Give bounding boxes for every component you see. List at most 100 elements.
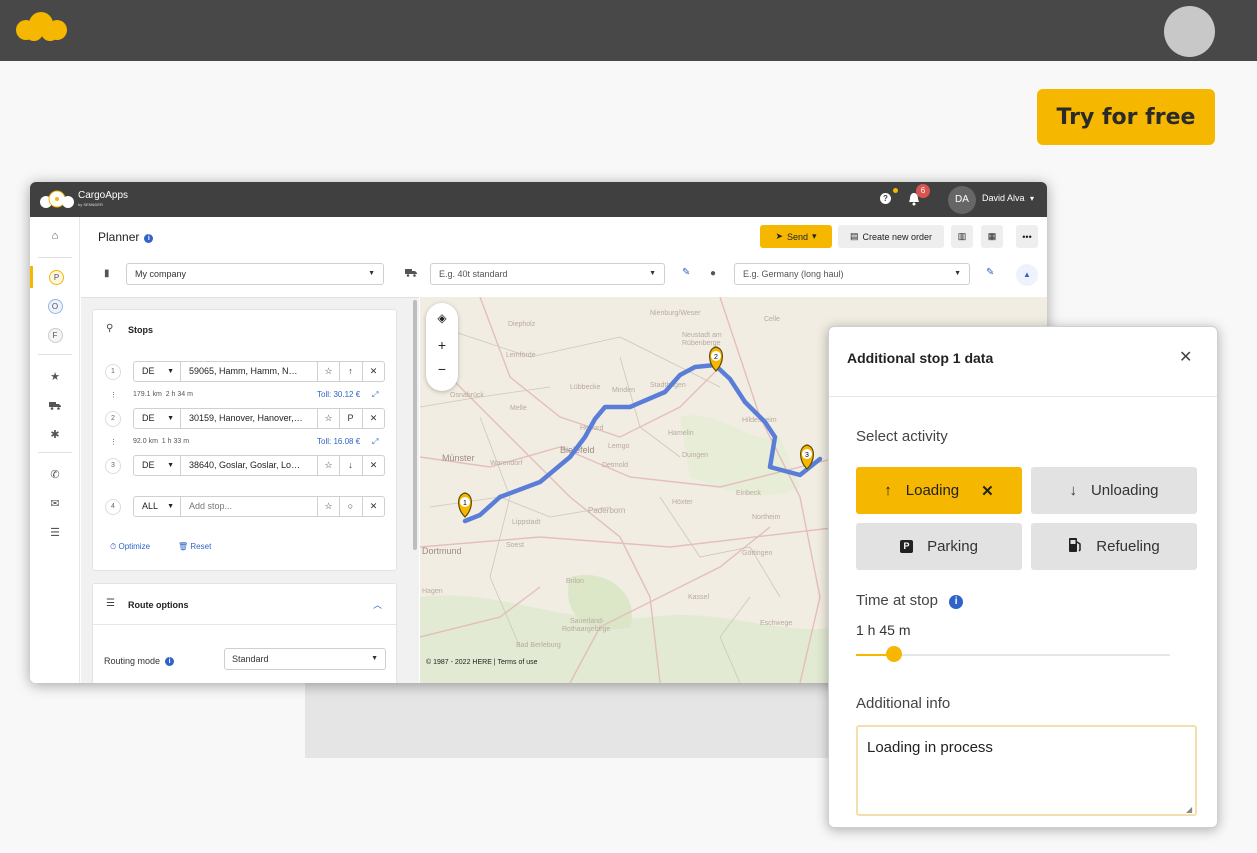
favorite-star-icon[interactable]: ☆ <box>317 497 339 516</box>
arrow-down-icon: ↓ <box>1069 482 1077 499</box>
remove-stop-icon[interactable]: ✕ <box>362 409 384 428</box>
loading-arrow-up-icon[interactable]: ↑ <box>339 362 361 381</box>
optimize-button[interactable]: ⏱ Optimize <box>110 542 150 552</box>
zoom-in-icon[interactable]: + <box>426 337 458 353</box>
country-select[interactable]: DE ▼ <box>134 409 181 428</box>
drag-handle-icon[interactable]: ⋮ <box>110 391 117 399</box>
map-label: Rübenberge <box>682 340 721 347</box>
phone-icon[interactable]: ✆ <box>30 463 80 485</box>
stop-address[interactable]: 38640, Goslar, Goslar, Lo… <box>189 456 309 475</box>
leg-distance: 179.1 km 2 h 34 m <box>133 391 193 398</box>
map-label: Lippstadt <box>512 519 540 526</box>
stop-address[interactable]: 30159, Hanover, Hanover,… <box>189 409 309 428</box>
list-icon[interactable]: ☰ <box>30 521 80 543</box>
toll-value[interactable]: Toll: 16.08 € <box>317 437 360 446</box>
company-select-value: My company <box>135 269 187 279</box>
activity-loading-button[interactable]: ↑ Loading ✕ <box>856 467 1022 514</box>
pdf-export-button[interactable]: ▥ <box>951 225 973 248</box>
company-select[interactable]: My company ▼ <box>126 263 384 285</box>
map-label: Warendorf <box>490 460 522 467</box>
time-slider-track[interactable] <box>856 654 1170 656</box>
close-icon[interactable]: ✕ <box>981 482 994 500</box>
country-select[interactable]: DE ▼ <box>134 456 181 475</box>
info-icon[interactable]: i <box>144 234 154 243</box>
circle-icon[interactable]: ○ <box>339 497 361 516</box>
help-icon[interactable]: ? <box>880 193 891 204</box>
reset-button[interactable]: 🗑 Reset <box>178 542 211 551</box>
map-label: Einbeck <box>736 490 761 497</box>
edit-profile-icon[interactable]: ✎ <box>986 267 994 278</box>
time-slider-thumb[interactable] <box>886 646 902 662</box>
chevron-down-icon[interactable]: ▾ <box>1030 194 1034 203</box>
truck-icon[interactable] <box>30 394 80 416</box>
sidebar-item-fleet[interactable]: F <box>30 324 80 346</box>
additional-stop-panel: Additional stop 1 data ✕ Select activity… <box>828 326 1218 828</box>
star-icon[interactable]: ★ <box>30 365 80 387</box>
edit-vehicle-icon[interactable]: ✎ <box>682 267 690 278</box>
close-icon[interactable]: ✕ <box>1179 347 1192 367</box>
resize-handle-icon[interactable]: ◢ <box>1186 805 1192 814</box>
page-title: Planner i <box>98 230 154 244</box>
map-label: Nienburg/Weser <box>650 310 701 317</box>
send-button[interactable]: ➤ Send ▾ <box>760 225 832 248</box>
user-avatar[interactable] <box>1164 6 1215 57</box>
trash-icon: 🗑 <box>178 542 191 551</box>
remove-stop-icon[interactable]: ✕ <box>362 456 384 475</box>
sidebar-item-planner[interactable]: P <box>30 266 80 288</box>
expand-icon[interactable]: ⤢ <box>372 390 378 400</box>
left-pane-scrollbar[interactable] <box>413 300 417 550</box>
user-avatar-small[interactable]: DA <box>948 186 976 214</box>
layers-icon[interactable]: ◈ <box>426 311 458 325</box>
mail-icon[interactable]: ✉ <box>30 492 80 514</box>
map-marker-2-label: 2 <box>714 354 718 361</box>
routing-mode-select[interactable]: Standard ▼ <box>224 648 386 670</box>
remove-stop-icon[interactable]: ✕ <box>362 497 384 516</box>
stop-address[interactable]: 59065, Hamm, Hamm, N… <box>189 362 309 381</box>
map-label: Dortmund <box>422 546 462 556</box>
reset-label: Reset <box>190 542 212 551</box>
activity-label: Loading <box>905 482 960 499</box>
activity-unloading-button[interactable]: ↓ Unloading <box>1031 467 1197 514</box>
activity-parking-button[interactable]: P Parking <box>856 523 1022 570</box>
vehicle-select[interactable]: E.g. 40t standard ▼ <box>430 263 665 285</box>
gear-icon[interactable]: ✱ <box>30 423 80 445</box>
collapse-button[interactable]: ▲ <box>1016 264 1038 286</box>
parking-icon[interactable]: P <box>339 409 361 428</box>
chevron-down-icon: ▼ <box>167 368 174 375</box>
country-select[interactable]: DE ▼ <box>134 362 181 381</box>
chevron-up-icon[interactable]: ︿ <box>373 598 382 611</box>
cargoapps-logo-icon <box>40 190 74 208</box>
toll-value[interactable]: Toll: 30.12 € <box>317 390 360 399</box>
user-name[interactable]: David Alva <box>982 193 1025 203</box>
person-icon: ● <box>710 268 717 279</box>
stops-title: Stops <box>128 325 154 335</box>
create-new-order-button[interactable]: ▤ Create new order <box>838 225 944 248</box>
country-select[interactable]: ALL ▼ <box>134 497 181 516</box>
info-icon[interactable]: i <box>165 657 175 666</box>
favorite-star-icon[interactable]: ☆ <box>317 456 339 475</box>
map-label: Duingen <box>682 452 708 459</box>
additional-info-textarea[interactable]: Loading in process <box>856 725 1197 816</box>
remove-stop-icon[interactable]: ✕ <box>362 362 384 381</box>
info-icon[interactable]: i <box>949 595 964 609</box>
chevron-down-icon: ▼ <box>649 270 656 277</box>
try-for-free-button[interactable]: Try for free <box>1037 89 1215 145</box>
home-icon[interactable]: ⌂ <box>30 225 80 247</box>
map-copyright[interactable]: © 1987 - 2022 HERE | Terms of use <box>426 659 538 666</box>
map-label: Neustadt am <box>682 332 722 339</box>
chart-button[interactable]: ▦ <box>981 225 1003 248</box>
add-stop-input[interactable]: Add stop... <box>189 497 309 516</box>
expand-icon[interactable]: ⤢ <box>372 437 378 447</box>
unloading-arrow-down-icon[interactable]: ↓ <box>339 456 361 475</box>
favorite-star-icon[interactable]: ☆ <box>317 409 339 428</box>
favorite-star-icon[interactable]: ☆ <box>317 362 339 381</box>
drag-handle-icon[interactable]: ⋮ <box>110 438 117 446</box>
sidebar-item-orders[interactable]: O <box>30 295 80 317</box>
brand-logo-icon[interactable] <box>14 10 70 44</box>
panel-title: Additional stop 1 data <box>847 350 994 366</box>
driver-profile-select[interactable]: E.g. Germany (long haul) ▼ <box>734 263 970 285</box>
chevron-down-icon: ▼ <box>167 415 174 422</box>
more-button[interactable]: ••• <box>1016 225 1038 248</box>
zoom-out-icon[interactable]: − <box>426 361 458 377</box>
activity-refueling-button[interactable]: Refueling <box>1031 523 1197 570</box>
